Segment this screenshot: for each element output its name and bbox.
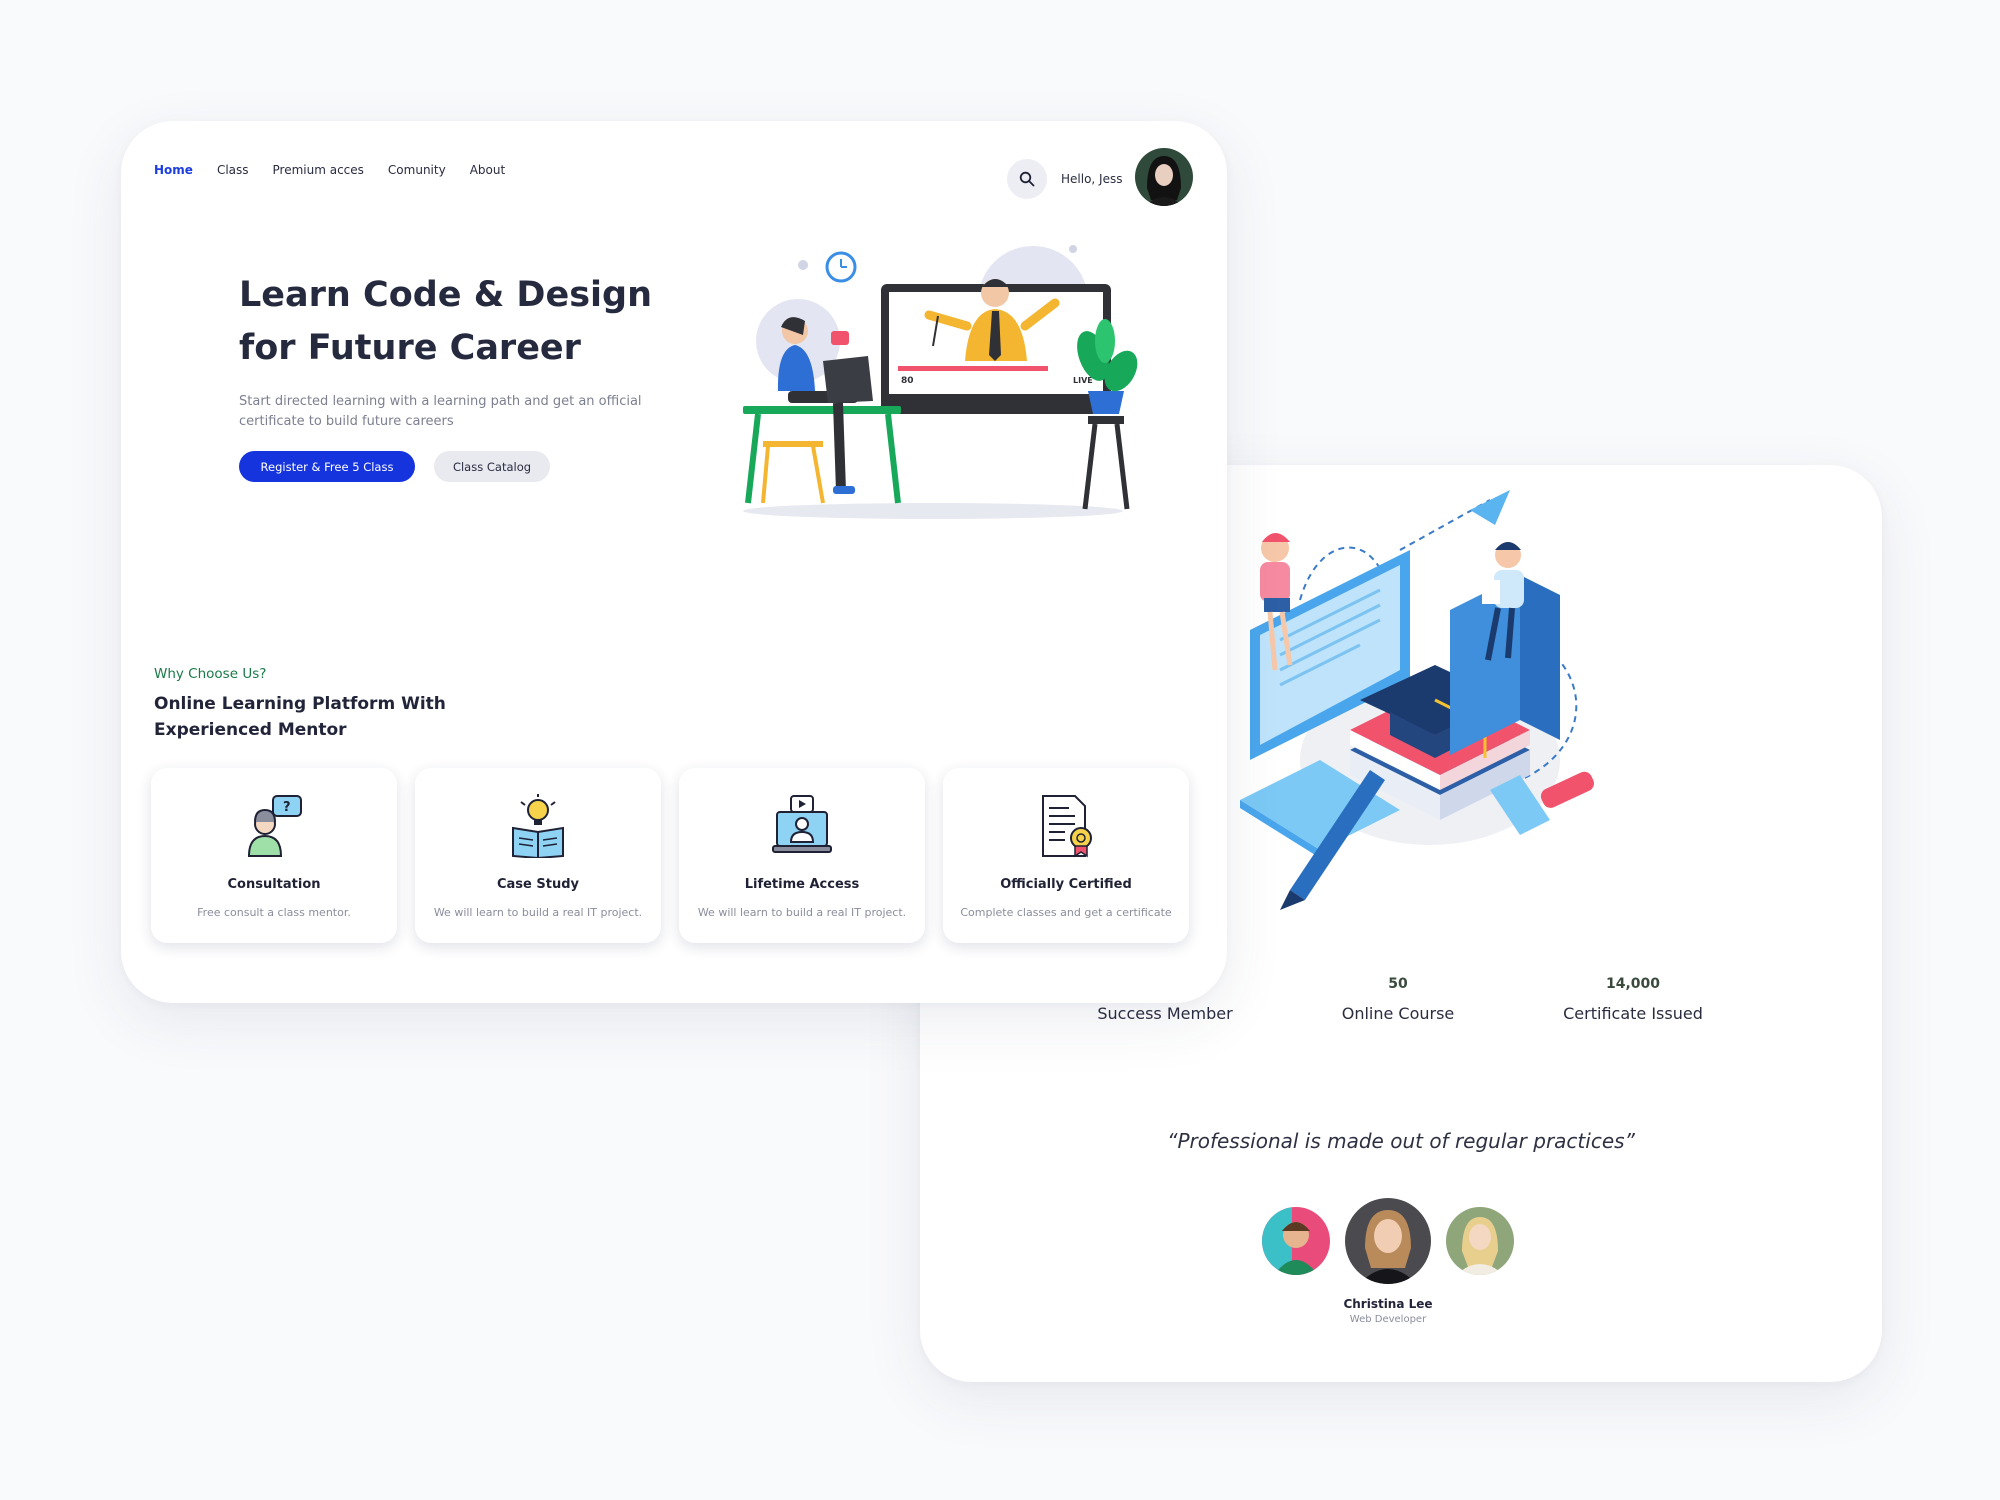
avatar — [1135, 148, 1193, 206]
testimonial-avatar-left[interactable] — [1262, 1207, 1330, 1275]
lifetime-access-icon — [772, 795, 832, 853]
user-avatar[interactable] — [1135, 148, 1193, 206]
stat-online-course: 50 Online Course — [1298, 976, 1498, 1023]
stat-label: Certificate Issued — [1563, 1004, 1703, 1023]
testimonial-role: Web Developer — [1349, 1314, 1427, 1325]
feature-desc: We will learn to build a real IT project… — [697, 906, 907, 919]
feature-title: Consultation — [227, 877, 321, 892]
testimonial-avatar-right[interactable] — [1446, 1207, 1514, 1275]
isometric-learning-illustration — [1240, 490, 1594, 910]
testimonial-avatar-active[interactable] — [1345, 1198, 1431, 1284]
nav-item-community[interactable]: Comunity — [388, 163, 446, 177]
class-catalog-button[interactable]: Class Catalog — [434, 451, 550, 482]
feature-desc: Free consult a class mentor. — [197, 906, 351, 919]
live-badge: LIVE — [1073, 376, 1093, 385]
testimonial-quote: “Professional is made out of regular pra… — [1167, 1129, 1635, 1153]
stat-value: 50 — [1388, 976, 1408, 992]
feature-desc: We will learn to build a real IT project… — [433, 906, 643, 919]
nav-item-home[interactable]: Home — [154, 163, 193, 177]
feature-title: Case Study — [496, 877, 579, 892]
svg-text:?: ? — [283, 800, 291, 815]
search-button[interactable] — [1007, 159, 1047, 199]
nav-item-about[interactable]: About — [470, 163, 505, 177]
hero-subtitle: Start directed learning with a learning … — [239, 394, 642, 429]
search-icon — [1019, 171, 1035, 187]
consultation-icon: ? — [247, 795, 302, 857]
feature-card-officially-certified[interactable]: Officially Certified Complete classes an… — [943, 768, 1189, 943]
feature-desc: Complete classes and get a certificate — [960, 906, 1172, 919]
avatar — [1446, 1207, 1514, 1275]
feature-card-consultation[interactable]: ? Consultation Free consult a class ment… — [151, 768, 397, 943]
landing-hero-card: Home Class Premium acces Comunity About … — [121, 121, 1227, 1003]
viewer-count: 80 — [901, 376, 914, 386]
why-title: Online Learning Platform With Experience… — [154, 694, 446, 740]
feature-card-case-study[interactable]: Case Study We will learn to build a real… — [415, 768, 661, 943]
feature-card-lifetime-access[interactable]: Lifetime Access We will learn to build a… — [679, 768, 925, 943]
feature-title: Lifetime Access — [744, 877, 860, 892]
register-button[interactable]: Register & Free 5 Class — [239, 451, 415, 482]
stat-value: 14,000 — [1605, 976, 1661, 992]
user-greeting: Hello, Jess — [1061, 172, 1123, 186]
feature-title: Officially Certified — [1000, 877, 1132, 892]
case-study-icon — [512, 794, 564, 858]
testimonial-name: Christina Lee — [1343, 1297, 1433, 1311]
stat-label: Success Member — [1097, 1004, 1233, 1023]
stat-certificate-issued: 14,000 Certificate Issued — [1533, 976, 1733, 1023]
avatar — [1345, 1198, 1431, 1284]
avatar — [1262, 1207, 1330, 1275]
online-class-illustration: 80 LIVE — [743, 245, 1138, 519]
nav-item-class[interactable]: Class — [217, 163, 249, 177]
stat-label: Online Course — [1341, 1004, 1455, 1023]
main-nav: Home Class Premium acces Comunity About — [154, 163, 505, 177]
features-list: ? Consultation Free consult a class ment… — [151, 768, 1189, 943]
why-kicker: Why Choose Us? — [154, 666, 267, 682]
nav-item-premium[interactable]: Premium acces — [273, 163, 364, 177]
hero-title: Learn Code & Design for Future Career — [239, 275, 653, 368]
certificate-icon — [1042, 795, 1092, 858]
